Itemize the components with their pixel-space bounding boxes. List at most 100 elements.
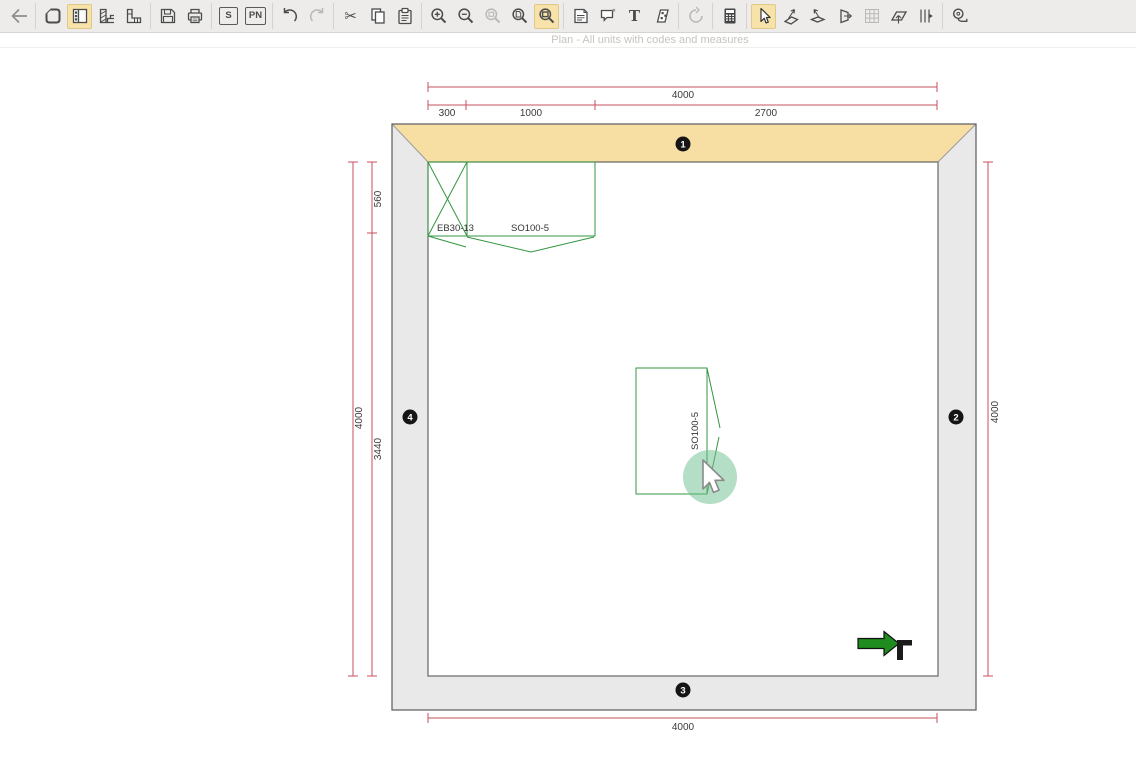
svg-text:3: 3 (680, 686, 685, 697)
unit-label-so100-5-center: SO100-5 (690, 412, 701, 450)
tool-d-icon (889, 6, 909, 26)
note-icon (571, 6, 591, 26)
wall-outer-border (392, 124, 976, 710)
tool-c-icon (835, 6, 855, 26)
wall-number-2[interactable]: 2 (949, 410, 964, 425)
grid-icon (862, 6, 882, 26)
redo-icon (307, 6, 327, 26)
svg-text:1: 1 (680, 140, 686, 151)
copy-button[interactable] (365, 4, 390, 29)
dim-left-total: 4000 (354, 406, 365, 429)
dim-top-seg-300: 300 (439, 108, 456, 119)
tape-icon (950, 6, 970, 26)
view-wall-elevation-button[interactable] (94, 4, 119, 29)
zoom-fit-button[interactable] (534, 4, 559, 29)
dim-right-total: 4000 (990, 400, 1001, 423)
zoom-selection-icon (483, 6, 503, 26)
zoom-page-button[interactable] (507, 4, 532, 29)
dim-top-seg-2700: 2700 (755, 108, 778, 119)
rotate-3d-tool-button[interactable] (805, 4, 830, 29)
calculator-button[interactable] (717, 4, 742, 29)
print-button[interactable] (182, 4, 207, 29)
text-button[interactable]: T (622, 4, 647, 29)
elevation-tool-button[interactable] (886, 4, 911, 29)
unit-label-so100-5-top: SO100-5 (511, 223, 549, 234)
palette-icon (652, 6, 672, 26)
undo-button[interactable] (277, 4, 302, 29)
zoom-out-icon (456, 6, 476, 26)
dim-left-seg-3440: 3440 (373, 437, 384, 460)
floppy-icon (158, 6, 178, 26)
calculator-icon (720, 6, 740, 26)
cabinet-units[interactable] (428, 162, 720, 494)
redo-button (304, 4, 329, 29)
cursor-icon (754, 6, 774, 26)
view-title: Plan - All units with codes and measures (551, 34, 749, 46)
zoom-in-icon (429, 6, 449, 26)
toolbar-group: T (563, 3, 678, 29)
toolbar-group (272, 3, 333, 29)
wall-number-1[interactable]: 1 (676, 137, 691, 152)
wall-ring[interactable] (392, 124, 976, 710)
paste-icon (395, 6, 415, 26)
comments-button[interactable] (595, 4, 620, 29)
s-toggle-button[interactable]: S (216, 4, 241, 29)
zoom-out-button[interactable] (453, 4, 478, 29)
svg-text:4: 4 (407, 413, 413, 424)
view-cabinet-front-button[interactable] (67, 4, 92, 29)
wall-number-4[interactable]: 4 (403, 410, 418, 425)
pn-toggle-label: PN (245, 7, 266, 25)
grid-toggle-button (859, 4, 884, 29)
unit-so100-5-top[interactable] (428, 162, 595, 252)
cabinet-front-icon (70, 6, 90, 26)
toolbar-group: ✂ (333, 3, 421, 29)
drawing-canvas[interactable]: 1 2 3 4 4000 300 1000 2700 4000 560 3440… (0, 48, 1136, 772)
notes-button[interactable] (568, 4, 593, 29)
pn-toggle-button[interactable]: PN (243, 4, 268, 29)
zoom-in-button[interactable] (426, 4, 451, 29)
spacing-icon (916, 6, 936, 26)
corner-bracket-icon (897, 640, 912, 660)
dim-top-total: 4000 (672, 90, 695, 101)
select-button[interactable] (751, 4, 776, 29)
dim-top-seg-1000: 1000 (520, 108, 543, 119)
toolbar-group (35, 3, 150, 29)
plan-svg[interactable]: 1 2 3 4 4000 300 1000 2700 4000 560 3440… (0, 48, 1136, 772)
text-t-icon: T (629, 9, 640, 24)
wall-inner-border (428, 162, 938, 676)
undo-icon (280, 6, 300, 26)
zoom-selection-button (480, 4, 505, 29)
dim-top-segments-line (428, 100, 937, 110)
dim-left-segments-line (367, 162, 377, 676)
dimension-labels: 4000 300 1000 2700 4000 560 3440 4000 40… (354, 90, 1001, 733)
zoom-page-icon (510, 6, 530, 26)
paste-button[interactable] (392, 4, 417, 29)
move-3d-tool-button[interactable] (778, 4, 803, 29)
arrow-left-icon (8, 5, 30, 27)
wall-number-3[interactable]: 3 (676, 683, 691, 698)
green-arrow-icon (858, 632, 899, 656)
plan-icon (43, 6, 63, 26)
cut-button[interactable]: ✂ (338, 4, 363, 29)
measure-tape-button[interactable] (947, 4, 972, 29)
toolbar-group: SPN (211, 3, 272, 29)
toolbar-group (712, 3, 746, 29)
main-toolbar: SPN ✂ T (0, 0, 1136, 33)
scissors-icon: ✂ (344, 9, 357, 24)
view-plan-button[interactable] (40, 4, 65, 29)
room-walls[interactable] (392, 124, 976, 710)
adjust-3d-tool-button[interactable] (832, 4, 857, 29)
toolbar-group (150, 3, 211, 29)
dim-bottom-total: 4000 (672, 722, 695, 733)
toolbar-group (942, 3, 976, 29)
colors-button[interactable] (649, 4, 674, 29)
distribute-tool-button[interactable] (913, 4, 938, 29)
toolbar-group (2, 3, 35, 29)
refresh-icon (686, 6, 706, 26)
save-button[interactable] (155, 4, 180, 29)
view-wall-corner-button[interactable] (121, 4, 146, 29)
zoom-fit-icon (537, 6, 557, 26)
back-button[interactable] (6, 4, 31, 29)
tool-a-icon (781, 6, 801, 26)
comment-icon (598, 6, 618, 26)
